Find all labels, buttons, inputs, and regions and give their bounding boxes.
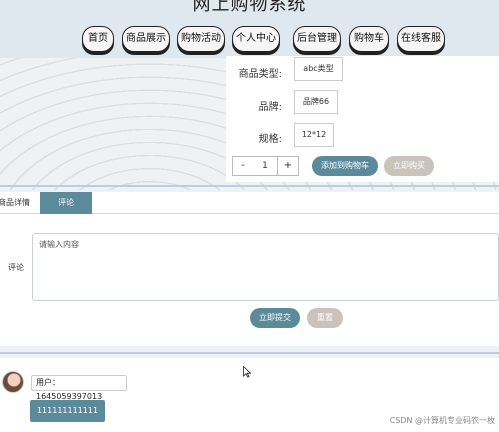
nav-activities[interactable]: 购物活动 bbox=[177, 26, 225, 52]
quantity-input[interactable]: 1 bbox=[252, 156, 278, 176]
add-to-cart-button[interactable]: 添加到购物车 bbox=[312, 156, 378, 176]
comment-label: 评论 bbox=[8, 263, 24, 272]
reset-button[interactable]: 重置 bbox=[307, 308, 343, 328]
attr-label-brand: 品牌: bbox=[258, 102, 282, 113]
site-title: 网上购物系统 bbox=[192, 0, 307, 15]
tab-comments[interactable]: 评论 bbox=[40, 192, 92, 214]
nav-profile[interactable]: 个人中心 bbox=[232, 26, 280, 52]
section-divider bbox=[0, 185, 499, 187]
watermark: CSDN @计算机专业码农一枚 bbox=[389, 416, 495, 425]
tab-details[interactable]: 商品详情 bbox=[0, 192, 36, 214]
attr-label-spec: 规格: bbox=[258, 134, 282, 145]
attr-value-spec[interactable]: 12*12 bbox=[294, 123, 334, 147]
attr-value-brand[interactable]: 品牌66 bbox=[294, 90, 338, 114]
attr-label-type: 商品类型: bbox=[238, 69, 282, 80]
attr-value-type[interactable]: abc类型 bbox=[294, 57, 343, 81]
section-divider bbox=[0, 352, 499, 354]
quantity-increment-button[interactable]: + bbox=[277, 156, 299, 176]
header: 网上购物系统 首页 商品展示 购物活动 个人中心 后台管理 购物车 在线客服 bbox=[0, 0, 499, 58]
nav-support[interactable]: 在线客服 bbox=[397, 26, 445, 52]
comment-textarea[interactable]: 请输入内容 bbox=[32, 233, 499, 301]
comment-content: 111111111111 bbox=[30, 400, 105, 422]
nav-products[interactable]: 商品展示 bbox=[122, 26, 170, 52]
submit-comment-button[interactable]: 立即提交 bbox=[250, 308, 300, 328]
nav-admin[interactable]: 后台管理 bbox=[293, 26, 341, 52]
avatar bbox=[2, 371, 24, 393]
nav-home[interactable]: 首页 bbox=[82, 26, 114, 52]
mouse-cursor-icon bbox=[243, 366, 251, 378]
tab-bar: 商品详情 评论 bbox=[0, 192, 499, 214]
buy-now-button[interactable]: 立即购买 bbox=[384, 156, 434, 176]
nav-cart[interactable]: 购物车 bbox=[349, 26, 389, 52]
quantity-decrement-button[interactable]: - bbox=[232, 156, 254, 176]
main-nav: 首页 商品展示 购物活动 个人中心 后台管理 购物车 在线客服 bbox=[0, 26, 499, 54]
comment-user: 用户：1645059397013 bbox=[31, 375, 127, 401]
